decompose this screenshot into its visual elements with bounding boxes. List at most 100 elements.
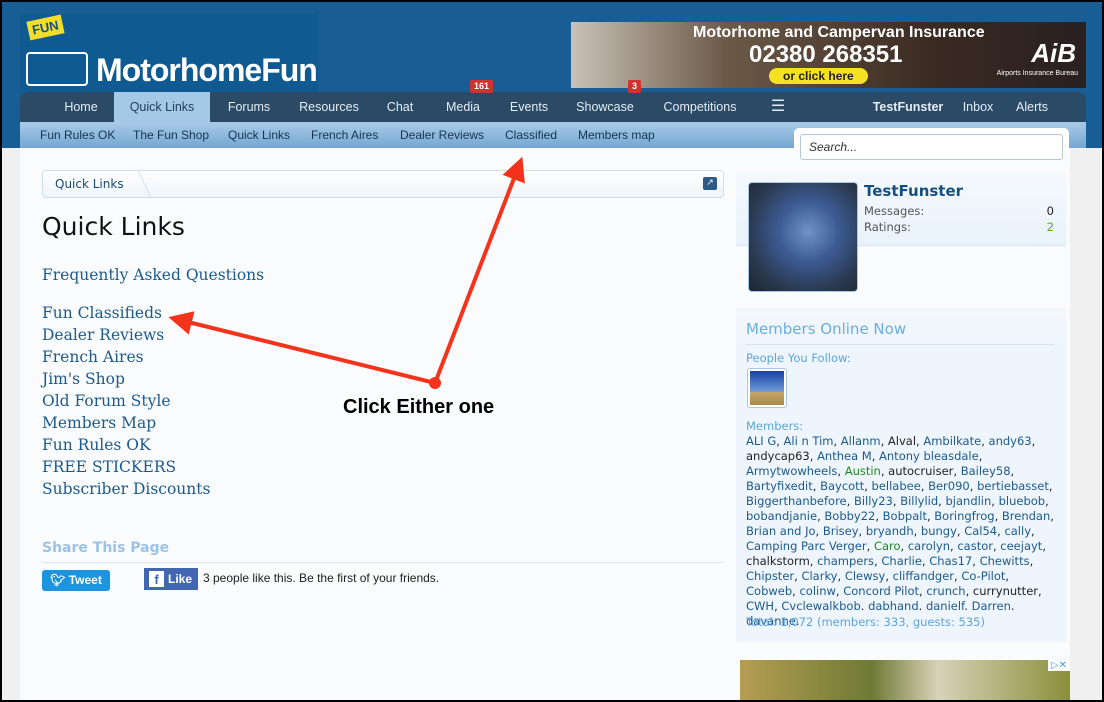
online-member-link[interactable]: Caro: [874, 539, 901, 553]
online-member-link[interactable]: carolyn: [908, 539, 950, 553]
online-member-link[interactable]: Austin: [845, 464, 881, 478]
online-member-link[interactable]: Chipster: [746, 569, 794, 583]
online-member-link[interactable]: Camping Parc Verger: [746, 539, 867, 553]
online-member-link[interactable]: bertiebasset: [977, 479, 1049, 493]
online-member-link[interactable]: Chewitts: [980, 554, 1030, 568]
insurance-ad-banner[interactable]: Motorhome and Campervan Insurance 02380 …: [571, 22, 1086, 88]
subnav-classified[interactable]: Classified: [505, 128, 557, 142]
online-member-link[interactable]: Ber090: [928, 479, 970, 493]
online-member-link[interactable]: Baycott: [820, 479, 864, 493]
online-member-link[interactable]: Bartyfixedit: [746, 479, 813, 493]
link-jims-shop[interactable]: Jim's Shop: [42, 370, 125, 388]
ad-close-icon[interactable]: ▷✕: [1047, 660, 1070, 671]
nav-media[interactable]: Media 161: [438, 80, 494, 122]
tweet-button[interactable]: 🐦︎ Tweet: [42, 570, 110, 591]
subnav-fun-shop[interactable]: The Fun Shop: [133, 128, 209, 142]
online-member-link[interactable]: colinw: [799, 584, 835, 598]
subnav-members-map[interactable]: Members map: [578, 128, 655, 142]
nav-chat[interactable]: Chat: [378, 92, 422, 122]
external-link-icon[interactable]: ↗: [703, 177, 717, 190]
link-french-aires[interactable]: French Aires: [42, 348, 144, 366]
search-input[interactable]: Search...: [800, 134, 1063, 160]
nav-user[interactable]: TestFunster: [868, 92, 948, 122]
online-member-link[interactable]: Brendan: [1002, 509, 1050, 523]
site-logo[interactable]: FUN MotorhomeFun: [20, 14, 318, 92]
online-member-link[interactable]: Concord Pilot: [843, 584, 919, 598]
subnav-quick-links[interactable]: Quick Links: [228, 128, 290, 142]
online-member-link[interactable]: ALI G: [746, 434, 776, 448]
subnav-french-aires[interactable]: French Aires: [311, 128, 378, 142]
online-member-link[interactable]: bellabee: [872, 479, 921, 493]
nav-competitions[interactable]: Competitions: [656, 92, 744, 122]
nav-showcase[interactable]: Showcase 3: [572, 80, 642, 122]
nav-quick-links[interactable]: Quick Links: [114, 92, 210, 124]
online-member-link[interactable]: autocruiser: [888, 464, 953, 478]
nav-alerts[interactable]: Alerts: [1010, 92, 1054, 122]
online-member-link[interactable]: Billy23: [854, 494, 893, 508]
online-member-link[interactable]: Charlie: [881, 554, 922, 568]
online-member-link[interactable]: bjandlin: [945, 494, 991, 508]
online-member-link[interactable]: Billylid: [900, 494, 938, 508]
online-member-link[interactable]: Ali n Tim: [784, 434, 834, 448]
online-member-link[interactable]: Co-Pilot: [961, 569, 1005, 583]
subnav-fun-rules[interactable]: Fun Rules OK: [40, 128, 115, 142]
link-faq[interactable]: Frequently Asked Questions: [42, 266, 264, 284]
facebook-like-button[interactable]: f Like: [144, 568, 198, 590]
online-member-link[interactable]: ceejayt: [1000, 539, 1042, 553]
online-member-link[interactable]: Alval: [888, 434, 916, 448]
online-member-link[interactable]: Allanm: [841, 434, 881, 448]
breadcrumb-quick-links[interactable]: Quick Links: [55, 177, 124, 191]
online-member-link[interactable]: andy63: [989, 434, 1032, 448]
nav-forums[interactable]: Forums: [218, 92, 280, 122]
online-member-link[interactable]: castor: [957, 539, 993, 553]
online-member-link[interactable]: Cvclewalkbob: [781, 599, 860, 613]
online-member-link[interactable]: bungy: [921, 524, 957, 538]
online-member-link[interactable]: Armytwowheels: [746, 464, 837, 478]
sidebar-ad[interactable]: ▷✕: [740, 660, 1070, 700]
online-member-link[interactable]: currynutter: [973, 584, 1038, 598]
online-member-link[interactable]: chalkstorm: [746, 554, 810, 568]
online-member-link[interactable]: Cobweb: [746, 584, 792, 598]
online-member-link[interactable]: Ambilkate: [923, 434, 981, 448]
online-member-link[interactable]: crunch: [926, 584, 965, 598]
online-member-link[interactable]: Bobpalt: [883, 509, 927, 523]
online-member-link[interactable]: cliffandger: [893, 569, 954, 583]
link-dealer-reviews[interactable]: Dealer Reviews: [42, 326, 164, 344]
profile-username[interactable]: TestFunster: [864, 182, 963, 200]
online-member-link[interactable]: Clarky: [801, 569, 837, 583]
link-old-forum-style[interactable]: Old Forum Style: [42, 392, 171, 410]
link-subscriber-discounts[interactable]: Subscriber Discounts: [42, 480, 210, 498]
online-member-link[interactable]: champers: [817, 554, 874, 568]
online-member-link[interactable]: Bobby22: [824, 509, 875, 523]
followed-user-avatar[interactable]: [747, 368, 787, 408]
members-online-title[interactable]: Members Online Now: [746, 320, 906, 338]
nav-inbox[interactable]: Inbox: [958, 92, 998, 122]
online-member-link[interactable]: Chas17: [929, 554, 972, 568]
online-member-link[interactable]: cally: [1004, 524, 1031, 538]
link-fun-rules[interactable]: Fun Rules OK: [42, 436, 151, 454]
online-member-link[interactable]: Antony bleasdale: [879, 449, 979, 463]
nav-resources[interactable]: Resources: [292, 92, 366, 122]
subnav-dealer-reviews[interactable]: Dealer Reviews: [400, 128, 484, 142]
online-member-link[interactable]: bobandjanie: [746, 509, 817, 523]
online-member-link[interactable]: bluebob: [999, 494, 1046, 508]
online-member-link[interactable]: Brian and Jo: [746, 524, 816, 538]
online-member-link[interactable]: andycap63: [746, 449, 810, 463]
nav-home[interactable]: Home: [50, 92, 112, 122]
link-members-map[interactable]: Members Map: [42, 414, 156, 432]
link-fun-classifieds[interactable]: Fun Classifieds: [42, 304, 162, 322]
ad-cta[interactable]: or click here: [769, 68, 868, 84]
nav-events[interactable]: Events: [504, 92, 554, 122]
hamburger-icon[interactable]: ☰: [764, 92, 792, 122]
online-member-link[interactable]: Cal54: [964, 524, 997, 538]
online-member-link[interactable]: bryandh: [866, 524, 914, 538]
online-member-link[interactable]: Boringfrog: [934, 509, 994, 523]
online-member-link[interactable]: CWH: [746, 599, 774, 613]
online-member-link[interactable]: Anthea M: [817, 449, 872, 463]
user-avatar[interactable]: [748, 182, 858, 292]
online-member-link[interactable]: Brisey: [823, 524, 859, 538]
link-free-stickers[interactable]: FREE STICKERS: [42, 458, 176, 476]
online-member-link[interactable]: Biggerthanbefore: [746, 494, 847, 508]
online-member-link[interactable]: dabhand: [868, 599, 919, 613]
online-member-link[interactable]: danielf: [926, 599, 964, 613]
